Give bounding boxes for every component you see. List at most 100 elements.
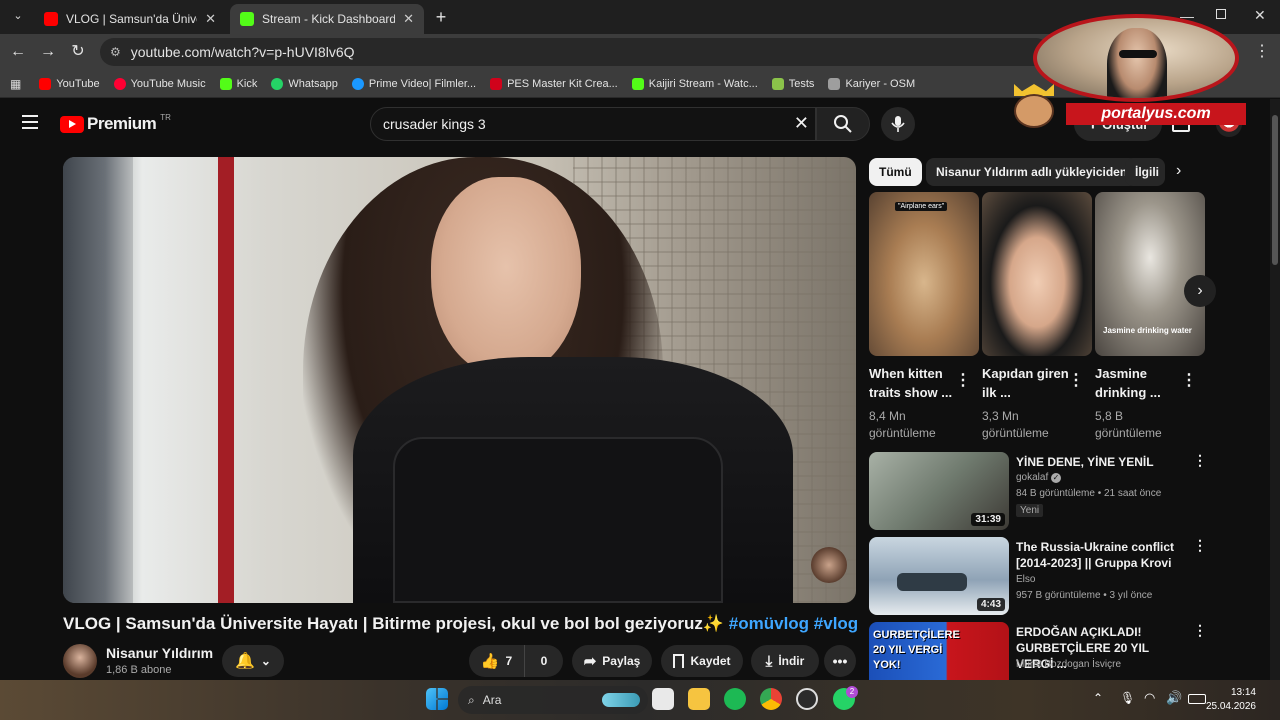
- chrome-icon[interactable]: [760, 688, 782, 710]
- battery-icon[interactable]: [1188, 694, 1206, 704]
- address-bar[interactable]: ⚙ youtube.com/watch?v=p-hUVI8lv6Q: [100, 38, 1050, 66]
- voice-search-button[interactable]: [881, 107, 915, 141]
- video-frame-pipe: [218, 157, 234, 603]
- volume-icon[interactable]: 🔊: [1166, 690, 1182, 706]
- taskbar-search[interactable]: ⌕ Ara: [458, 686, 648, 714]
- window-close-icon[interactable]: ✕: [1254, 7, 1266, 24]
- bookmark-pes-master[interactable]: PES Master Kit Crea...: [490, 77, 618, 90]
- url-text: youtube.com/watch?v=p-hUVI8lv6Q: [130, 44, 355, 60]
- short-item[interactable]: "Airplane ears" When kitten traits show …: [869, 192, 979, 442]
- short-thumbnail: [982, 192, 1092, 356]
- channel-name[interactable]: Nisanur Yıldırım: [106, 645, 213, 661]
- hamburger-menu-icon[interactable]: [22, 115, 38, 129]
- new-tab-button[interactable]: +: [431, 7, 451, 27]
- scrollbar-thumb[interactable]: [1272, 115, 1278, 265]
- clock-date: 25.04.2026: [1205, 701, 1256, 712]
- menu-icon[interactable]: ⋮: [1250, 40, 1274, 64]
- microphone-icon: [891, 116, 905, 132]
- clock-time: 13:14: [1230, 687, 1256, 698]
- tank-shape: [897, 573, 967, 591]
- close-tab-icon[interactable]: ✕: [205, 11, 216, 27]
- search-button[interactable]: [816, 107, 870, 141]
- chip-all[interactable]: Tümü: [869, 158, 922, 186]
- show-hidden-icons-icon[interactable]: ⌃: [1093, 691, 1103, 705]
- tab-search-button[interactable]: ⌄: [10, 9, 26, 25]
- site-info-icon[interactable]: ⚙: [110, 45, 121, 59]
- more-options-icon[interactable]: ⋮: [1181, 370, 1197, 390]
- more-options-icon[interactable]: ⋮: [1068, 370, 1084, 390]
- channel-name: Elso: [1016, 574, 1036, 585]
- apps-icon[interactable]: ▦: [10, 77, 21, 91]
- short-thumbnail: "Airplane ears": [869, 192, 979, 356]
- download-icon: ⤓: [765, 652, 773, 670]
- prime-video-icon: [351, 77, 364, 90]
- video-player[interactable]: [63, 157, 856, 603]
- recommended-video[interactable]: 4:43 The Russia-Ukraine conflict [2014-2…: [869, 537, 1209, 617]
- short-item[interactable]: Jasmine drinking water Jasmine drinking …: [1095, 192, 1205, 442]
- video-duration: 31:39: [971, 513, 1005, 526]
- chip-from-uploader[interactable]: Nisanur Yıldırım adlı yükleyiciden: [926, 158, 1138, 186]
- more-options-icon[interactable]: ⋮: [1193, 537, 1207, 554]
- youtube-icon: [44, 12, 58, 26]
- video-hashtags[interactable]: #omüvlog #vlog: [729, 614, 858, 633]
- system-clock[interactable]: 13:14 25.04.2026: [1206, 686, 1256, 714]
- youtube-logo[interactable]: Premium TR: [60, 113, 171, 134]
- back-icon[interactable]: ←: [6, 40, 30, 64]
- shorts-next-button[interactable]: ›: [1184, 275, 1216, 307]
- video-frame-person-face: [431, 177, 581, 377]
- kick-icon: [240, 12, 254, 26]
- more-options-icon[interactable]: ⋮: [955, 370, 971, 390]
- channel-name: Murat Bozdogan İsviçre: [1016, 659, 1122, 670]
- dislike-button[interactable]: 0: [525, 645, 563, 677]
- search-icon: ⌕: [468, 692, 475, 707]
- channel-avatar[interactable]: [63, 644, 97, 678]
- bookmark-whatsapp[interactable]: Whatsapp: [271, 77, 338, 90]
- tab-youtube-video[interactable]: VLOG | Samsun'da Üniversite H ✕: [34, 4, 226, 34]
- obs-icon[interactable]: [796, 688, 818, 710]
- more-options-icon[interactable]: ⋮: [1193, 622, 1207, 639]
- like-button[interactable]: 👍 7: [469, 645, 525, 677]
- bookmark-prime-video[interactable]: Prime Video| Filmler...: [351, 77, 476, 90]
- save-button[interactable]: Kaydet: [661, 645, 743, 677]
- more-options-icon[interactable]: ⋮: [1193, 452, 1207, 469]
- video-thumbnail: 4:43: [869, 537, 1009, 615]
- chip-related[interactable]: İlgili: [1125, 158, 1165, 186]
- video-title: YİNE DENE, YİNE YENİL: [1016, 455, 1154, 469]
- subscriber-count: 1,86 B abone: [106, 664, 172, 676]
- bookmark-youtube[interactable]: YouTube: [39, 77, 100, 90]
- youtube-music-icon: [113, 77, 126, 90]
- search-icon: [834, 115, 852, 133]
- tab-kick-dashboard[interactable]: Stream - Kick Dashboard ✕: [230, 4, 424, 34]
- kick-icon: [631, 77, 644, 90]
- microphone-icon[interactable]: 🎙: [1120, 691, 1135, 705]
- download-button[interactable]: ⤓ İndir: [751, 645, 819, 677]
- share-button[interactable]: ➦ Paylaş: [572, 645, 652, 677]
- short-item[interactable]: Kapıdan giren ilk ... 3,3 Mn görüntüleme…: [982, 192, 1092, 442]
- bookmark-youtube-music[interactable]: YouTube Music: [113, 77, 206, 90]
- spotify-icon[interactable]: [724, 688, 746, 710]
- subscription-notification-button[interactable]: 🔔 ⌄: [222, 645, 284, 677]
- forward-icon[interactable]: →: [36, 40, 60, 64]
- windows-start-icon[interactable]: [426, 688, 448, 710]
- window-restore-icon[interactable]: [1216, 9, 1226, 19]
- more-actions-button[interactable]: •••: [824, 645, 856, 677]
- wifi-icon[interactable]: ◠: [1144, 690, 1155, 706]
- task-view-icon[interactable]: [652, 688, 674, 710]
- recommended-video[interactable]: 31:39 YİNE DENE, YİNE YENİL gokalaf ✓ 84…: [869, 452, 1209, 532]
- close-tab-icon[interactable]: ✕: [403, 11, 414, 27]
- chips-next-icon[interactable]: ›: [1176, 162, 1181, 180]
- more-icon: •••: [832, 653, 848, 669]
- bookmark-tests[interactable]: Tests: [771, 77, 814, 90]
- reload-icon[interactable]: ↻: [66, 40, 90, 64]
- bookmark-kick[interactable]: Kick: [219, 77, 257, 90]
- search-input[interactable]: crusader kings 3 ✕: [370, 107, 816, 141]
- mascot-logo: [1006, 84, 1070, 130]
- page-scrollbar[interactable]: [1270, 99, 1280, 680]
- short-overlay-text: Jasmine drinking water: [1103, 326, 1192, 335]
- clear-search-icon[interactable]: ✕: [794, 113, 809, 134]
- watermark: portalyus.com: [1066, 103, 1246, 125]
- bookmark-kariyer-osm[interactable]: Kariyer - OSM: [828, 77, 915, 90]
- recommended-video[interactable]: GURBETÇİLERE 20 YIL VERGİ YOK! ERDOĞAN A…: [869, 622, 1209, 680]
- file-explorer-icon[interactable]: [688, 688, 710, 710]
- bookmark-kaijiri-stream[interactable]: Kaijiri Stream - Watc...: [631, 77, 758, 90]
